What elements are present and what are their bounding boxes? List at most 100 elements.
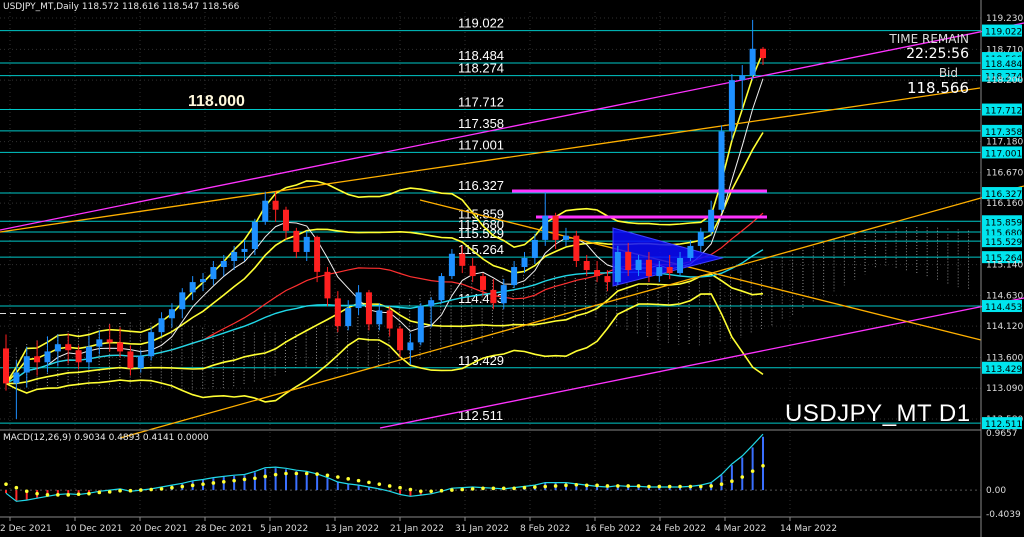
time-tick-label: 21 Jan 2022	[390, 524, 444, 534]
candle-bull	[85, 346, 92, 363]
candle-bear	[65, 344, 72, 351]
candle-bull	[562, 235, 569, 240]
price-tag-label: 117.358	[985, 128, 1022, 138]
time-remain-label: TIME REMAIN	[889, 32, 969, 46]
time-tick-label: 5 Jan 2022	[260, 524, 308, 534]
candle-bear	[397, 328, 404, 351]
candle-bull	[148, 332, 155, 357]
candle-bull	[417, 306, 424, 343]
price-tag-label: 115.529	[985, 238, 1022, 248]
price-tick-label: 116.160	[986, 199, 1023, 209]
candle-bear	[324, 271, 331, 299]
signal-dot	[56, 493, 60, 497]
time-tick-label: 4 Mar 2022	[715, 524, 766, 534]
signal-dot	[232, 478, 236, 483]
signal-dot	[253, 476, 257, 481]
signal-dot	[14, 485, 19, 490]
price-tick-label: 119.230	[986, 14, 1023, 24]
signal-dot	[149, 487, 153, 492]
candle-bear	[386, 310, 393, 329]
signal-dot	[4, 482, 8, 486]
price-tick-label: 114.630	[986, 291, 1023, 301]
candle-bull	[635, 259, 642, 271]
signal-dot	[294, 471, 299, 476]
signal-dot	[398, 485, 402, 490]
signal-dot	[315, 472, 319, 476]
price-tag-label: 113.429	[985, 365, 1022, 375]
level-label: 116.327	[458, 178, 504, 193]
candle-bull	[303, 236, 310, 252]
signal-dot	[750, 469, 755, 473]
candle-bull	[718, 131, 725, 210]
candle-bull	[158, 318, 165, 333]
candle-bull	[23, 356, 30, 373]
candle-bull	[407, 342, 414, 351]
candle-bull	[749, 48, 756, 76]
candle-bull	[500, 285, 507, 304]
candle-bull	[220, 260, 227, 268]
price-tick-label: 115.140	[986, 261, 1023, 271]
time-tick-label: 2 Dec 2021	[0, 524, 52, 534]
candle-bear	[334, 298, 341, 327]
signal-dot	[118, 488, 122, 493]
candle-bull	[438, 276, 445, 301]
price-tick-label: 116.670	[986, 168, 1023, 178]
candle-bull	[728, 80, 735, 132]
macd-tick-label: 0.00	[986, 486, 1006, 496]
signal-dot	[284, 471, 288, 476]
signal-dot	[616, 484, 620, 488]
candle-bear	[314, 236, 321, 272]
signal-dot	[190, 483, 195, 488]
price-tick-label: 118.200	[986, 76, 1023, 86]
candle-bear	[75, 350, 82, 363]
signal-dot	[543, 484, 548, 489]
candle-bull	[376, 310, 383, 325]
candle-bull	[96, 339, 103, 347]
candle-bear	[594, 270, 601, 277]
signal-dot	[180, 484, 185, 489]
candle-bear	[34, 356, 41, 363]
key-level-label: 118.000	[188, 93, 245, 110]
signal-dot	[408, 487, 413, 492]
time-tick-label: 10 Dec 2021	[65, 524, 123, 534]
signal-dot	[522, 485, 527, 490]
candle-bear	[293, 230, 300, 252]
candle-bear	[552, 215, 559, 240]
candle-bull	[168, 309, 175, 319]
candle-bull	[13, 372, 20, 384]
signal-dot	[636, 484, 641, 488]
time-tick-label: 13 Jan 2022	[325, 524, 379, 534]
level-label: 115.529	[458, 226, 504, 241]
signal-dot	[481, 486, 485, 491]
signal-dot	[574, 482, 579, 487]
signal-dot	[24, 489, 29, 494]
price-chart[interactable]: 119.022 118.484 118.274 117.712 117.358 117.0…	[0, 0, 1024, 537]
price-tick-label: 114.120	[986, 322, 1023, 332]
candle-bull	[677, 257, 684, 274]
signal-dot	[595, 483, 599, 488]
candle-bear	[459, 253, 466, 266]
signal-dot	[35, 491, 39, 496]
signal-dot	[76, 492, 81, 497]
signal-dot	[263, 474, 268, 479]
signal-dot	[501, 486, 506, 491]
candle-bull	[448, 253, 455, 277]
candle-bull	[345, 308, 352, 327]
price-tag-label: 119.022	[985, 28, 1022, 38]
candle-bull	[262, 200, 269, 222]
macd-header: MACD(12,26,9) 0.9034 0.4893 0.4141 0.000…	[3, 433, 209, 443]
candle-bear	[127, 351, 134, 369]
chart-header: USDJPY_MT,Daily 118.572 118.616 118.547 …	[3, 2, 240, 12]
bid-value: 118.566	[906, 79, 969, 97]
signal-dot	[356, 478, 361, 483]
signal-dot	[139, 488, 143, 492]
candle-bear	[3, 348, 9, 384]
signal-dot	[460, 487, 465, 492]
time-tick-label: 16 Feb 2022	[585, 524, 641, 534]
level-label: 117.712	[458, 95, 504, 110]
signal-dot	[211, 481, 216, 485]
candle-bear	[625, 251, 632, 271]
signal-dot	[709, 484, 713, 488]
signal-dot	[584, 483, 589, 488]
signal-dot	[87, 491, 91, 496]
